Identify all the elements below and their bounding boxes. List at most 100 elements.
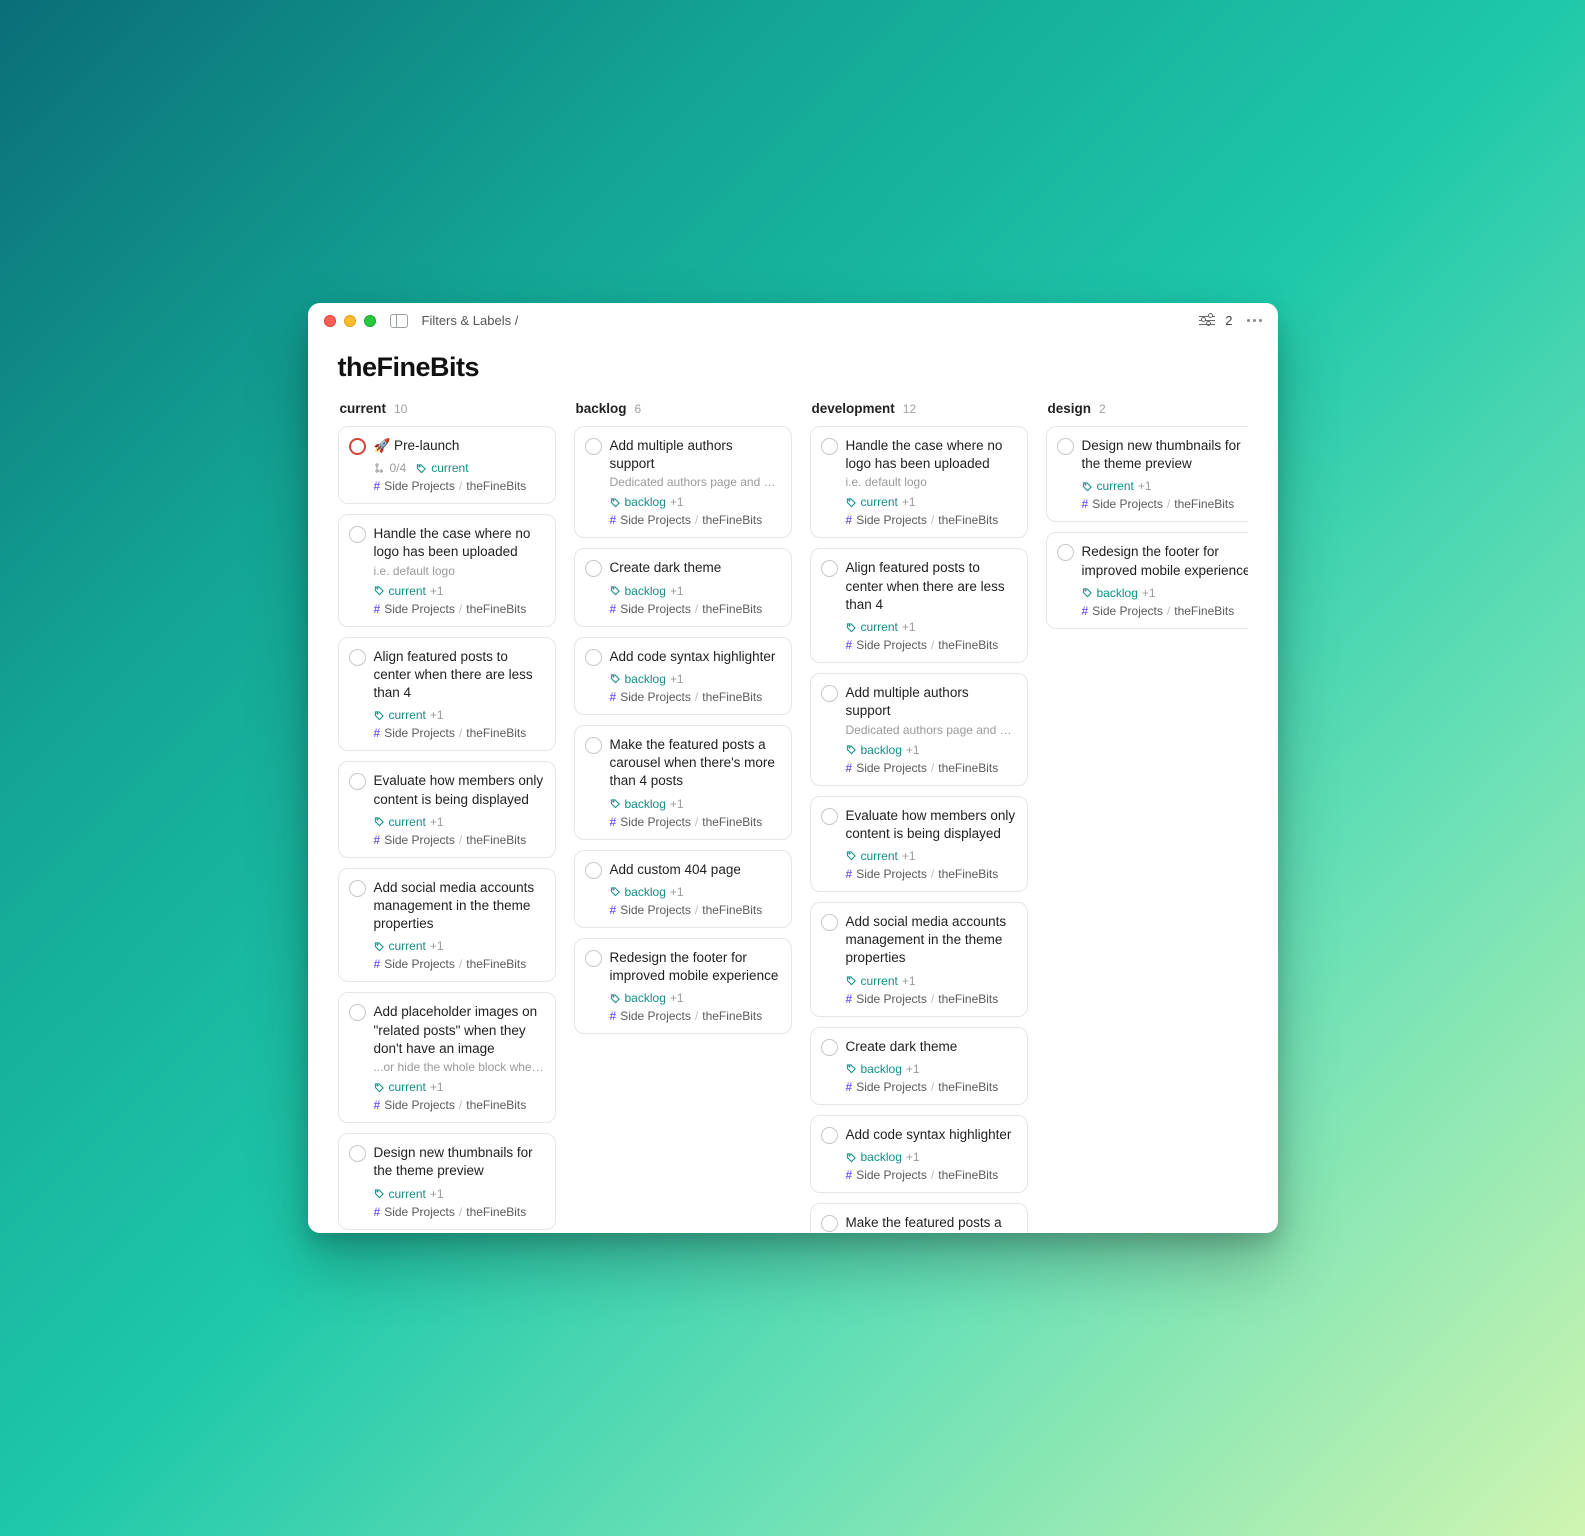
task-card[interactable]: Add social media accounts management in … [810,902,1028,1017]
task-card[interactable]: 🚀 Pre-launch0/4current#Side Projects/the… [338,426,556,504]
complete-checkbox[interactable] [585,560,602,577]
column-header[interactable]: design2 [1046,401,1248,426]
project-path[interactable]: #Side Projects/theFineBits [610,690,781,704]
project-path[interactable]: #Side Projects/theFineBits [374,602,545,616]
view-options-icon[interactable] [1199,314,1215,328]
breadcrumb[interactable]: Filters & Labels / [422,313,519,328]
task-card[interactable]: Handle the case where no logo has been u… [338,514,556,626]
project-path[interactable]: #Side Projects/theFineBits [1082,497,1248,511]
label-pill[interactable]: backlog +1 [610,672,684,686]
label-pill[interactable]: backlog +1 [1082,586,1156,600]
label-pill[interactable]: backlog +1 [610,584,684,598]
project-path[interactable]: #Side Projects/theFineBits [610,602,781,616]
task-card[interactable]: Add multiple authors supportDedicated au… [810,673,1028,785]
complete-checkbox[interactable] [585,649,602,666]
task-card[interactable]: Add custom 404 pagebacklog +1#Side Proje… [574,850,792,928]
complete-checkbox[interactable] [349,880,366,897]
complete-checkbox[interactable] [585,737,602,754]
label-pill[interactable]: current [416,461,468,475]
complete-checkbox[interactable] [821,438,838,455]
label-pill[interactable]: current +1 [374,815,444,829]
project-path[interactable]: #Side Projects/theFineBits [846,761,1017,775]
label-pill[interactable]: current +1 [846,849,916,863]
complete-checkbox[interactable] [821,914,838,931]
complete-checkbox[interactable] [821,1127,838,1144]
label-pill[interactable]: backlog +1 [610,991,684,1005]
label-pill[interactable]: backlog +1 [846,1062,920,1076]
label-pill[interactable]: current +1 [846,974,916,988]
task-card[interactable]: Add multiple authors supportDedicated au… [574,426,792,538]
task-card[interactable]: Handle the case where no logo has been u… [810,426,1028,538]
label-pill[interactable]: current +1 [846,495,916,509]
label-pill[interactable]: current +1 [374,939,444,953]
complete-checkbox[interactable] [349,649,366,666]
label-pill[interactable]: current +1 [374,1080,444,1094]
task-card[interactable]: Make the featured posts a carousel when … [810,1203,1028,1233]
complete-checkbox[interactable] [349,1145,366,1162]
complete-checkbox[interactable] [1057,544,1074,561]
complete-checkbox[interactable] [821,685,838,702]
task-card[interactable]: Create dark themebacklog +1#Side Project… [574,548,792,626]
project-path[interactable]: #Side Projects/theFineBits [846,513,1017,527]
minimize-window-button[interactable] [344,315,356,327]
complete-checkbox[interactable] [349,773,366,790]
project-path[interactable]: #Side Projects/theFineBits [846,992,1017,1006]
task-card[interactable]: Make the featured posts a carousel when … [574,725,792,840]
sidebar-toggle-icon[interactable] [390,314,408,328]
project-path[interactable]: #Side Projects/theFineBits [1082,604,1248,618]
complete-checkbox[interactable] [821,808,838,825]
project-path[interactable]: #Side Projects/theFineBits [610,815,781,829]
task-card[interactable]: Evaluate how members only content is bei… [338,761,556,857]
label-pill[interactable]: current +1 [374,708,444,722]
column-header[interactable]: backlog6 [574,401,792,426]
project-path[interactable]: #Side Projects/theFineBits [374,833,545,847]
complete-checkbox[interactable] [349,438,366,455]
task-card[interactable]: Add code syntax highlighterbacklog +1#Si… [810,1115,1028,1193]
project-path[interactable]: #Side Projects/theFineBits [610,903,781,917]
task-card[interactable]: Align featured posts to center when ther… [338,637,556,752]
label-pill[interactable]: backlog +1 [846,1150,920,1164]
task-card[interactable]: Create dark themebacklog +1#Side Project… [810,1027,1028,1105]
complete-checkbox[interactable] [821,560,838,577]
project-path[interactable]: #Side Projects/theFineBits [846,638,1017,652]
label-pill[interactable]: backlog +1 [610,885,684,899]
close-window-button[interactable] [324,315,336,327]
task-card[interactable]: Redesign the footer for improved mobile … [1046,532,1248,628]
label-pill[interactable]: current +1 [374,584,444,598]
task-card[interactable]: Align featured posts to center when ther… [810,548,1028,663]
project-path[interactable]: #Side Projects/theFineBits [846,1168,1017,1182]
more-menu-icon[interactable] [1247,319,1262,322]
label-pill[interactable]: current +1 [374,1187,444,1201]
complete-checkbox[interactable] [585,950,602,967]
label-pill[interactable]: backlog +1 [610,797,684,811]
task-card[interactable]: Add placeholder images on "related posts… [338,992,556,1123]
zoom-window-button[interactable] [364,315,376,327]
complete-checkbox[interactable] [585,862,602,879]
task-card[interactable]: Design new thumbnails for the theme prev… [1046,426,1248,522]
complete-checkbox[interactable] [821,1215,838,1232]
task-card[interactable]: Redesign the footer for improved mobile … [574,938,792,1034]
column-header[interactable]: development12 [810,401,1028,426]
project-path[interactable]: #Side Projects/theFineBits [846,867,1017,881]
task-card[interactable]: Add code syntax highlighterbacklog +1#Si… [574,637,792,715]
task-card[interactable]: Design new thumbnails for the theme prev… [338,1133,556,1229]
complete-checkbox[interactable] [349,526,366,543]
project-path[interactable]: #Side Projects/theFineBits [374,479,545,493]
project-path[interactable]: #Side Projects/theFineBits [374,1205,545,1219]
label-pill[interactable]: backlog +1 [610,495,684,509]
task-card[interactable]: Add social media accounts management in … [338,868,556,983]
complete-checkbox[interactable] [1057,438,1074,455]
complete-checkbox[interactable] [821,1039,838,1056]
task-card[interactable]: Evaluate how members only content is bei… [810,796,1028,892]
project-path[interactable]: #Side Projects/theFineBits [610,513,781,527]
label-pill[interactable]: backlog +1 [846,743,920,757]
project-path[interactable]: #Side Projects/theFineBits [374,957,545,971]
project-path[interactable]: #Side Projects/theFineBits [374,726,545,740]
project-path[interactable]: #Side Projects/theFineBits [374,1098,545,1112]
complete-checkbox[interactable] [349,1004,366,1021]
column-header[interactable]: current10 [338,401,556,426]
project-path[interactable]: #Side Projects/theFineBits [610,1009,781,1023]
complete-checkbox[interactable] [585,438,602,455]
project-path[interactable]: #Side Projects/theFineBits [846,1080,1017,1094]
label-pill[interactable]: current +1 [1082,479,1152,493]
